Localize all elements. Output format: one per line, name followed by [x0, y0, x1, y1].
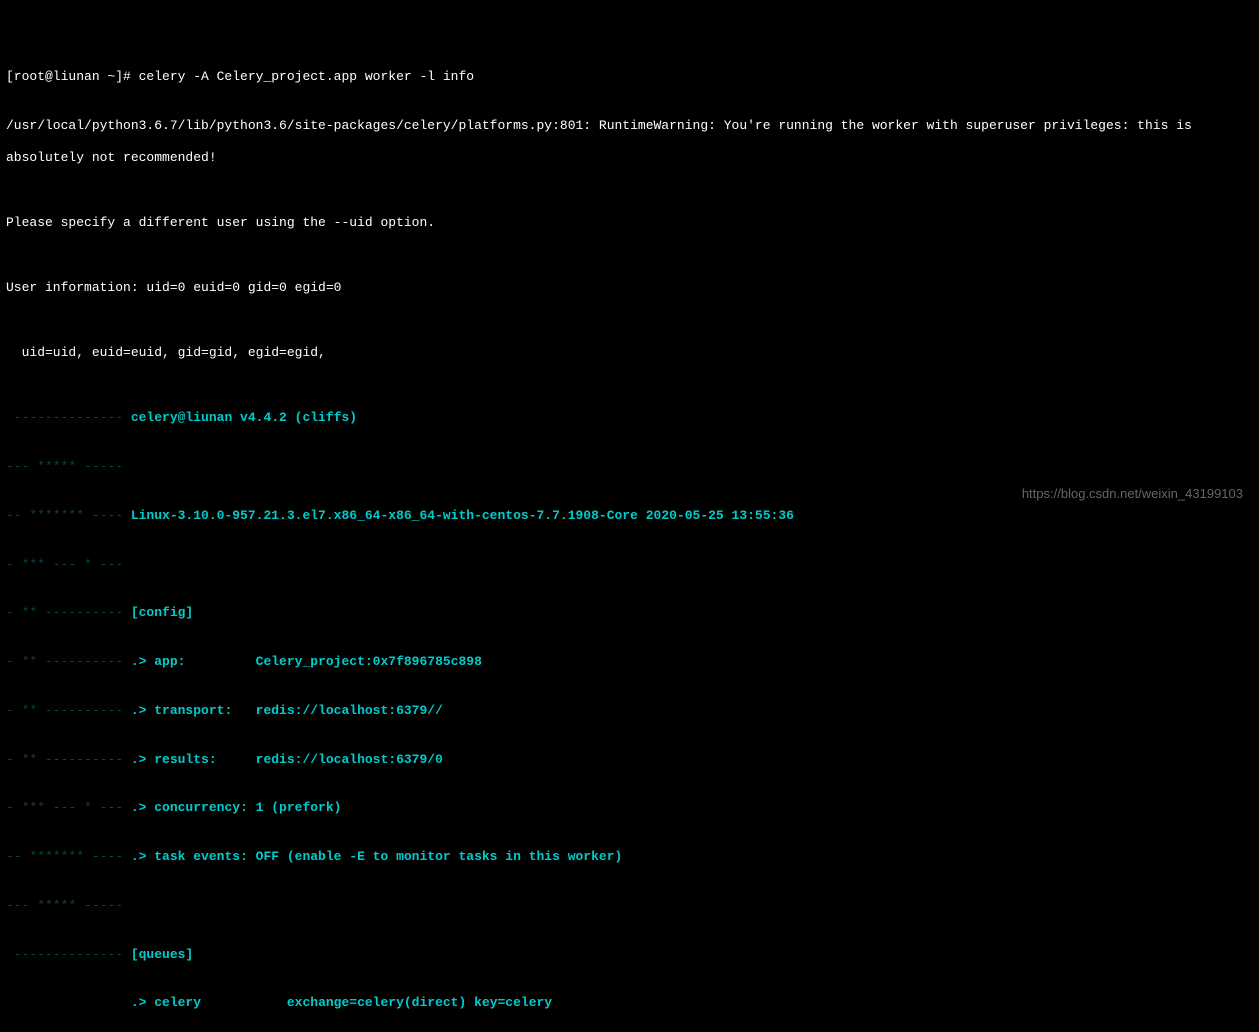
celery-version: celery@liunan v4.4.2 (cliffs) — [131, 410, 357, 425]
runtime-warning-line1: /usr/local/python3.6.7/lib/python3.6/sit… — [6, 118, 1192, 133]
app-label: .> app: — [131, 654, 256, 669]
ascii-art: - ** ---------- — [6, 703, 131, 718]
banner-row10: -- ******* ---- .> task events: OFF (ena… — [6, 849, 1253, 865]
banner-row9: - *** --- * --- .> concurrency: 1 (prefo… — [6, 800, 1253, 816]
config-header: [config] — [131, 605, 193, 620]
ascii-art: - ** ---------- — [6, 752, 131, 767]
uid-hint: Please specify a different user using th… — [6, 215, 435, 230]
ascii-art: - ** ---------- — [6, 654, 131, 669]
results-label: .> results: — [131, 752, 256, 767]
banner-row4: - *** --- * --- — [6, 557, 1253, 573]
banner-row7: - ** ---------- .> transport: redis://lo… — [6, 703, 1253, 719]
ascii-art: -- ******* ---- — [6, 849, 131, 864]
banner-row1: -------------- celery@liunan v4.4.2 (cli… — [6, 410, 1253, 426]
watermark-text: https://blog.csdn.net/weixin_43199103 — [1022, 486, 1243, 502]
transport-value: redis://localhost:6379// — [256, 703, 443, 718]
queue-detail: exchange=celery(direct) key=celery — [287, 995, 552, 1010]
ascii-art: - *** --- * --- — [6, 800, 131, 815]
results-value: redis://localhost:6379/0 — [256, 752, 443, 767]
app-value: Celery_project:0x7f896785c898 — [256, 654, 482, 669]
task-events: .> task events: OFF (enable -E to monito… — [131, 849, 622, 864]
uid-echo: uid=uid, euid=euid, gid=gid, egid=egid, — [6, 345, 326, 360]
ascii-art: -- ******* ---- — [6, 508, 131, 523]
banner-row2: --- ***** ----- — [6, 459, 1253, 475]
banner-row12: -------------- [queues] — [6, 947, 1253, 963]
runtime-warning-line2: absolutely not recommended! — [6, 150, 217, 165]
ascii-art: - ** ---------- — [6, 605, 131, 620]
banner-row11: --- ***** ----- — [6, 898, 1253, 914]
ascii-art: -------------- — [6, 947, 131, 962]
concurrency: .> concurrency: 1 (prefork) — [131, 800, 342, 815]
ascii-pad — [6, 995, 131, 1010]
transport-label: .> transport: — [131, 703, 256, 718]
queues-header: [queues] — [131, 947, 193, 962]
user-info: User information: uid=0 euid=0 gid=0 egi… — [6, 280, 341, 295]
queue-name: .> celery — [131, 995, 287, 1010]
banner-row5: - ** ---------- [config] — [6, 605, 1253, 621]
banner-row8: - ** ---------- .> results: redis://loca… — [6, 752, 1253, 768]
banner-row13: .> celery exchange=celery(direct) key=ce… — [6, 995, 1253, 1011]
platform-info: Linux-3.10.0-957.21.3.el7.x86_64-x86_64-… — [131, 508, 794, 523]
banner-row6: - ** ---------- .> app: Celery_project:0… — [6, 654, 1253, 670]
ascii-art: -------------- — [6, 410, 131, 425]
terminal-prompt-line: [root@liunan ~]# celery -A Celery_projec… — [6, 69, 1253, 85]
